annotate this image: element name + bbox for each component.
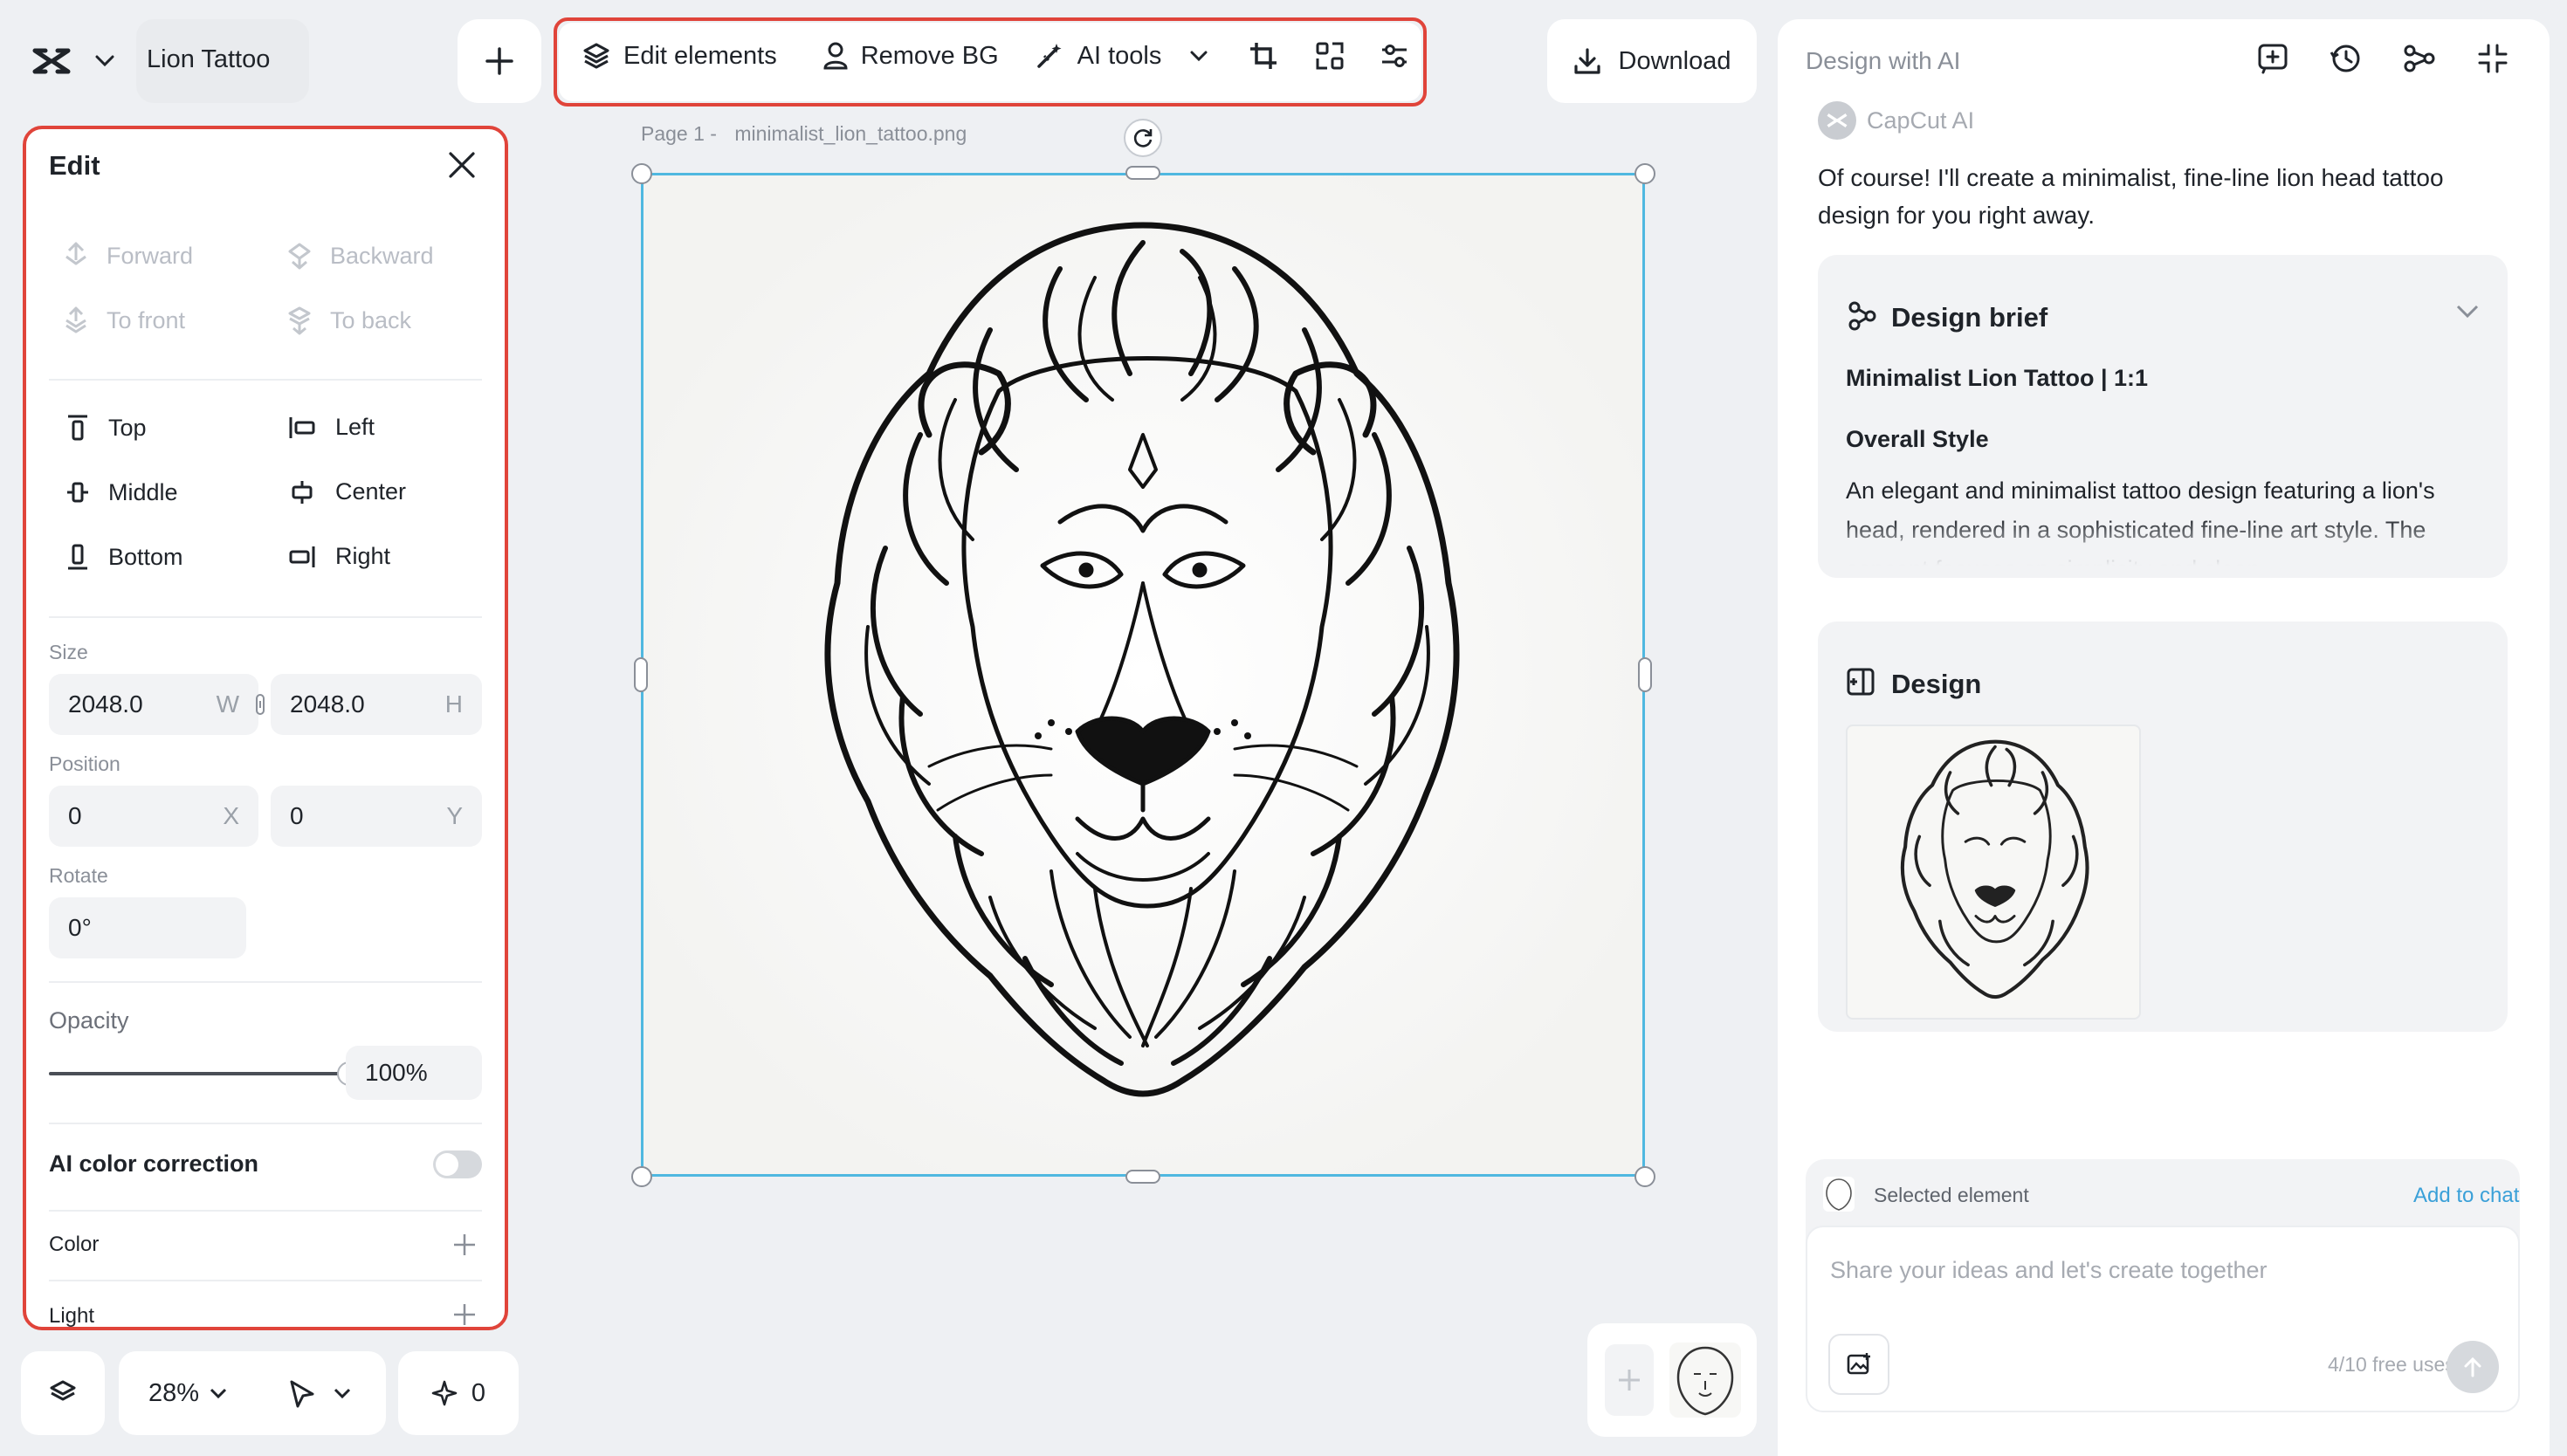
free-uses-count: 4/10 free uses <box>2328 1353 2455 1376</box>
zoom-control[interactable]: 28% <box>119 1351 386 1435</box>
add-page-button[interactable] <box>1605 1344 1654 1416</box>
chat-composer: Selected element Add to chat Share your … <box>1806 1159 2520 1412</box>
ai-credits-button[interactable]: 0 <box>398 1351 519 1435</box>
brief-style-heading: Overall Style <box>1846 426 1989 452</box>
ai-author: CapCut AI <box>1818 101 1974 140</box>
resize-handle-top-left[interactable] <box>631 163 652 184</box>
plus-icon <box>485 47 513 75</box>
edit-elements-button[interactable]: Edit elements <box>582 41 777 71</box>
download-icon <box>1573 48 1600 74</box>
design-title: Design <box>1891 669 1982 699</box>
capcut-logo-icon[interactable] <box>31 45 72 77</box>
brief-subtitle: Minimalist Lion Tattoo | 1:1 <box>1846 365 2149 391</box>
brief-icon <box>1848 301 1876 331</box>
design-brief-card[interactable]: Design brief Minimalist Lion Tattoo | 1:… <box>1818 255 2508 578</box>
add-to-chat-link[interactable]: Add to chat <box>2413 1184 2519 1208</box>
collapse-icon[interactable] <box>2476 42 2509 75</box>
sparkle-icon <box>431 1380 458 1406</box>
adjust-sliders-icon[interactable] <box>1380 41 1409 71</box>
capcut-avatar <box>1818 101 1856 140</box>
ai-tools-label: AI tools <box>1077 41 1162 70</box>
ai-panel: Design with AI CapCut AI Of course! I'll… <box>1778 19 2550 1456</box>
selected-element-thumbnail <box>1823 1177 1855 1212</box>
chevron-down-icon <box>334 1388 351 1398</box>
selected-element-label: Selected element <box>1874 1184 2029 1206</box>
page-thumbnail[interactable] <box>1669 1343 1741 1418</box>
chat-input-box[interactable]: Share your ideas and let's create togeth… <box>1806 1226 2520 1412</box>
remove-bg-label: Remove BG <box>860 41 999 70</box>
crop-icon[interactable] <box>1249 41 1278 71</box>
chevron-down-icon <box>210 1388 227 1398</box>
chat-input-placeholder: Share your ideas and let's create togeth… <box>1830 1257 2268 1283</box>
resize-handle-top[interactable] <box>1125 166 1160 180</box>
magic-wand-icon <box>1036 44 1062 68</box>
layers-icon <box>50 1380 76 1401</box>
chevron-down-icon[interactable] <box>2455 304 2480 319</box>
share-icon[interactable] <box>2403 42 2436 75</box>
add-button[interactable] <box>458 19 541 103</box>
chevron-down-icon[interactable] <box>94 54 115 68</box>
new-chat-icon[interactable] <box>2256 42 2289 75</box>
selection-frame <box>641 173 1645 1177</box>
design-thumbnail[interactable] <box>1846 725 2141 1020</box>
send-button[interactable] <box>2447 1341 2499 1393</box>
lion-thumbnail-image <box>1900 739 2089 999</box>
zoom-value: 28% <box>148 1379 200 1407</box>
resize-handle-right[interactable] <box>1638 657 1652 692</box>
layers-icon <box>583 43 609 69</box>
design-result-card: Design <box>1818 622 2508 1032</box>
plus-icon <box>1619 1370 1640 1391</box>
file-name: minimalist_lion_tattoo.png <box>734 122 967 145</box>
download-button[interactable]: Download <box>1547 19 1757 103</box>
ai-tools-button[interactable]: AI tools <box>1034 40 1209 72</box>
image-upload-icon <box>1847 1353 1870 1375</box>
project-bar: Lion Tattoo <box>10 19 309 103</box>
ai-message: Of course! I'll create a minimalist, fin… <box>1818 164 2444 229</box>
remove-bg-button[interactable]: Remove BG <box>822 41 999 71</box>
edit-panel-highlight <box>23 126 508 1330</box>
rotate-icon <box>1133 129 1153 148</box>
ai-credits-count: 0 <box>471 1378 486 1407</box>
resize-handle-bottom[interactable] <box>1125 1170 1160 1184</box>
layers-button[interactable] <box>21 1351 105 1435</box>
chevron-down-icon <box>1190 51 1208 62</box>
pointer-icon[interactable] <box>288 1379 316 1409</box>
design-icon <box>1847 668 1875 696</box>
ai-author-name: CapCut AI <box>1867 106 1975 134</box>
resize-handle-top-right[interactable] <box>1634 163 1655 184</box>
page-label: Page 1 - <box>641 122 717 145</box>
lion-thumbnail-image <box>1676 1346 1734 1416</box>
history-icon[interactable] <box>2330 42 2363 75</box>
page-label-row: Page 1 - minimalist_lion_tattoo.png <box>641 122 967 146</box>
edit-elements-label: Edit elements <box>623 41 777 70</box>
person-icon <box>823 42 848 70</box>
download-label: Download <box>1618 46 1731 75</box>
ai-panel-title: Design with AI <box>1806 47 1961 74</box>
arrow-up-icon <box>2464 1356 2481 1377</box>
upload-image-button[interactable] <box>1828 1334 1889 1395</box>
resize-handle-left[interactable] <box>634 657 648 692</box>
page-strip <box>1587 1323 1757 1437</box>
rotate-handle[interactable] <box>1124 119 1162 157</box>
project-name[interactable]: Lion Tattoo <box>147 45 270 74</box>
resize-handle-bottom-right[interactable] <box>1634 1166 1655 1187</box>
scan-frame-icon[interactable] <box>1315 41 1345 71</box>
resize-handle-bottom-left[interactable] <box>631 1166 652 1187</box>
brief-title: Design brief <box>1891 302 2048 333</box>
